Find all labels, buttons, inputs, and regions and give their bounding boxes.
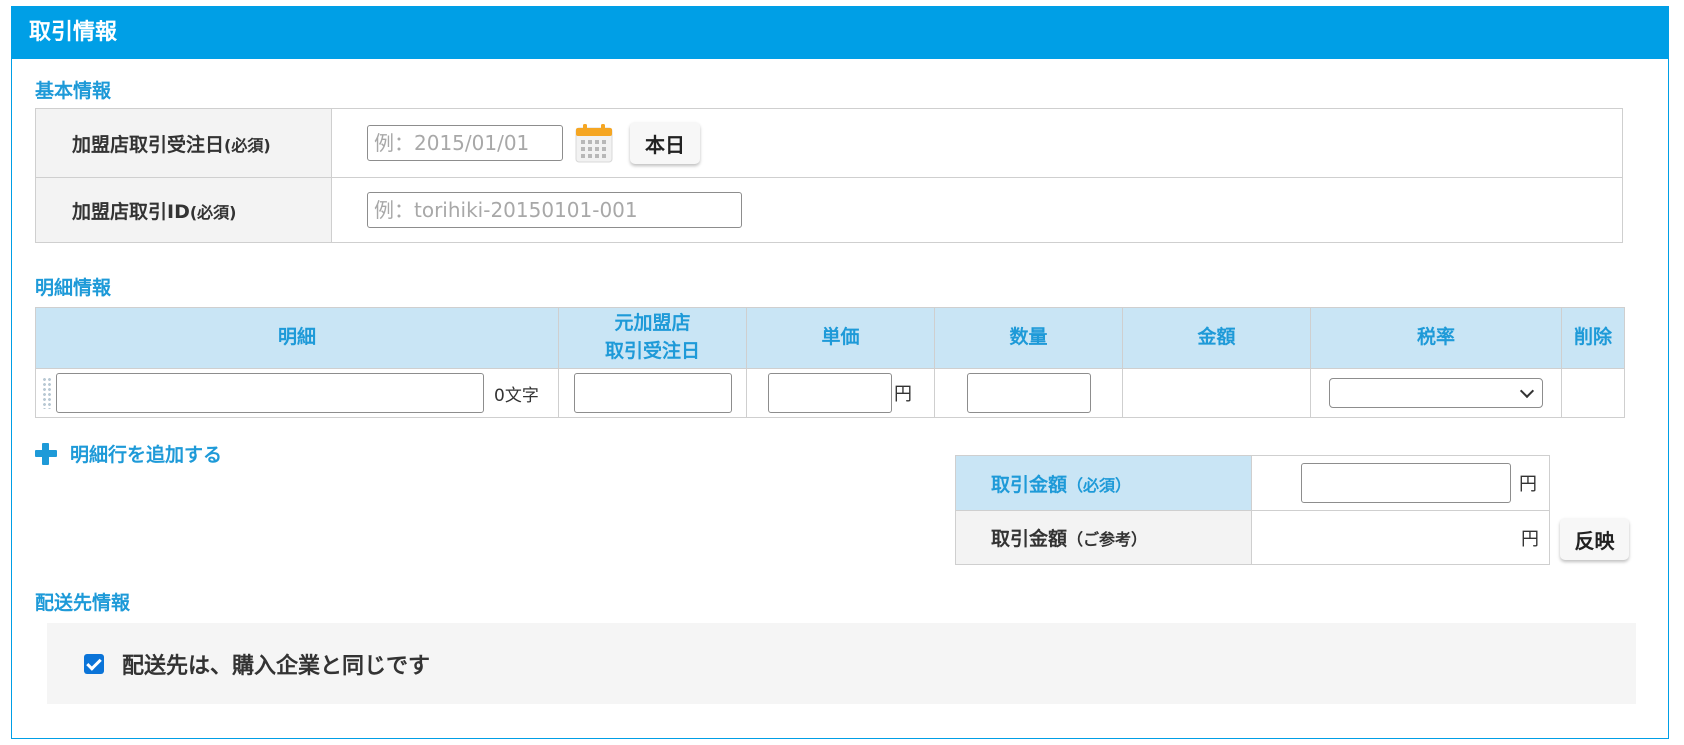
item-cell: 0文字	[35, 368, 559, 418]
reference-note: （ご参考）	[1067, 530, 1148, 549]
quantity-input[interactable]	[966, 373, 1091, 413]
chevron-down-icon	[1519, 383, 1535, 399]
delete-cell	[1561, 368, 1625, 418]
unit-price-yen: 円	[894, 384, 912, 405]
add-detail-row-label: 明細行を追加する	[70, 444, 223, 466]
column-header-item: 明細	[35, 307, 559, 369]
basic-info-section-title: 基本情報	[35, 80, 112, 102]
details-section-title: 明細情報	[35, 277, 112, 299]
column-header-delete: 削除	[1561, 307, 1625, 369]
char-count: 0文字	[494, 385, 539, 406]
amount-required-label-text: 取引金額	[991, 473, 1068, 496]
table-row: 0文字 円	[35, 368, 1625, 418]
tax-rate-cell	[1310, 368, 1562, 418]
details-table: 明細 元加盟店取引受注日 単価 数量 金額 税率 削除 0文字 円	[35, 307, 1625, 418]
orig-date-cell	[558, 368, 747, 418]
amount-required-label: 取引金額（必須）	[955, 455, 1252, 511]
amount-table: 取引金額（必須） 円 取引金額（ご参考） 円	[955, 455, 1550, 565]
unit-price-input[interactable]	[768, 373, 892, 413]
required-note: (必須)	[224, 135, 271, 155]
transaction-id-label-text: 加盟店取引ID	[72, 200, 190, 223]
transaction-amount-input[interactable]	[1301, 463, 1511, 503]
amount-required-cell: 円	[1251, 455, 1550, 511]
reflect-button[interactable]: 反映	[1560, 518, 1629, 560]
amount-reference-yen: 円	[1521, 528, 1539, 550]
drag-handle-icon[interactable]	[42, 377, 52, 409]
quantity-cell	[934, 368, 1123, 418]
delivery-same-as-buyer-row: 配送先は、購入企業と同じです	[47, 623, 1636, 704]
unit-price-cell: 円	[746, 368, 935, 418]
basic-info-table: 加盟店取引受注日(必須) 本日 加盟店取引ID(必須	[35, 108, 1623, 243]
order-date-cell: 本日	[331, 108, 1623, 178]
column-header-unit-price: 単価	[746, 307, 935, 369]
same-as-buyer-label[interactable]: 配送先は、購入企業と同じです	[122, 648, 430, 680]
delivery-section-title: 配送先情報	[35, 592, 131, 614]
order-date-input[interactable]	[367, 125, 563, 161]
today-button[interactable]: 本日	[630, 122, 700, 164]
add-detail-row-button[interactable]: 明細行を追加する	[35, 440, 222, 467]
column-header-tax-rate: 税率	[1310, 307, 1562, 369]
column-header-orig-date-line1: 元加盟店	[614, 312, 691, 335]
transaction-id-input[interactable]	[367, 192, 742, 228]
column-header-orig-date: 元加盟店 取引受注日	[558, 307, 747, 369]
amount-reference-label: 取引金額（ご参考）	[955, 510, 1252, 565]
amount-cell	[1122, 368, 1311, 418]
same-as-buyer-checkbox[interactable]	[84, 653, 104, 674]
orig-date-input[interactable]	[573, 373, 732, 413]
transaction-id-cell	[331, 177, 1623, 243]
required-note: (必須)	[189, 202, 237, 222]
column-header-quantity: 数量	[934, 307, 1123, 369]
transaction-id-label: 加盟店取引ID(必須)	[35, 177, 332, 243]
column-header-amount: 金額	[1122, 307, 1311, 369]
amount-yen: 円	[1519, 474, 1537, 495]
calendar-icon[interactable]	[575, 123, 613, 163]
panel-title: 取引情報	[12, 7, 1668, 59]
plus-icon	[35, 442, 57, 465]
order-date-label-text: 加盟店取引受注日	[72, 133, 225, 156]
column-header-orig-date-line2: 取引受注日	[604, 340, 700, 362]
order-date-label: 加盟店取引受注日(必須)	[35, 108, 332, 178]
item-input[interactable]	[56, 373, 484, 413]
amount-reference-label-text: 取引金額	[991, 528, 1068, 550]
amount-reference-cell: 円	[1251, 510, 1550, 565]
required-note: （必須）	[1067, 475, 1132, 495]
tax-rate-select[interactable]	[1329, 378, 1543, 408]
